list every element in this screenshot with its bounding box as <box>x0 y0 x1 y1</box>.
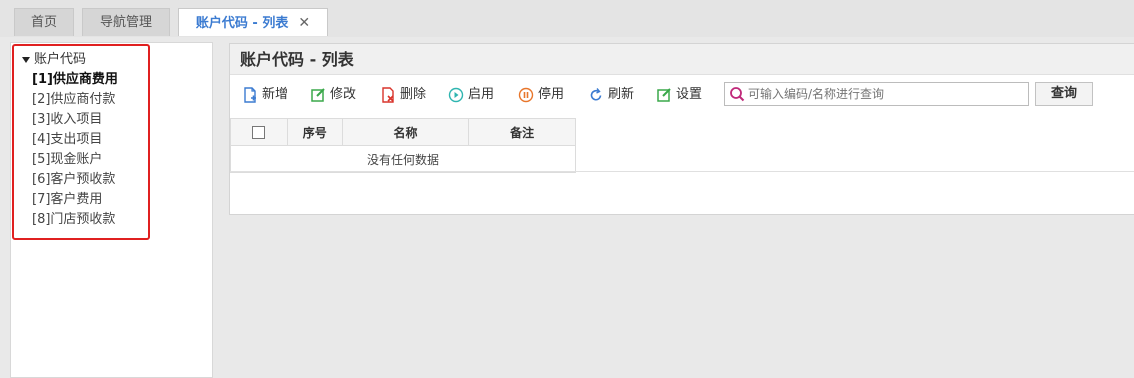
enable-button[interactable]: 启用 <box>448 81 494 109</box>
disable-button[interactable]: 停用 <box>518 81 564 109</box>
tab-navigation-management[interactable]: 导航管理 <box>82 8 170 36</box>
edit-button[interactable]: 修改 <box>310 81 356 109</box>
refresh-icon <box>590 87 602 101</box>
refresh-button[interactable]: 刷新 <box>588 81 634 109</box>
list-panel: 账户代码 - 列表 新增 修改 删除 启用 停用 刷新 设置 查询 <box>229 43 1134 215</box>
pause-icon <box>518 87 534 102</box>
divider <box>230 171 1134 172</box>
tree-item-cash-account[interactable]: [5]现金账户 <box>22 150 148 170</box>
sidebar: 账户代码 [1]供应商费用 [2]供应商付款 [3]收入项目 [4]支出项目 [… <box>10 42 213 378</box>
add-icon <box>244 86 256 103</box>
tree-item-income[interactable]: [3]收入项目 <box>22 110 148 130</box>
query-button[interactable]: 查询 <box>1035 82 1093 106</box>
column-header-name[interactable]: 名称 <box>341 118 470 146</box>
enable-label: 启用 <box>468 87 495 102</box>
close-icon[interactable]: ✕ <box>298 9 310 37</box>
tab-account-code-label: 账户代码 - 列表 <box>195 16 289 31</box>
delete-button[interactable]: 删除 <box>380 81 426 109</box>
refresh-label: 刷新 <box>608 87 635 102</box>
tree-item-expenditure[interactable]: [4]支出项目 <box>22 130 148 150</box>
delete-label: 删除 <box>400 87 427 102</box>
edit-icon <box>311 87 325 102</box>
disable-label: 停用 <box>538 87 565 102</box>
empty-message: 没有任何数据 <box>230 145 576 173</box>
add-label: 新增 <box>262 87 289 102</box>
table-header-row: 序号 名称 备注 <box>230 118 576 146</box>
settings-icon <box>657 87 671 102</box>
toolbar: 新增 修改 删除 启用 停用 刷新 设置 查询 <box>230 81 1134 109</box>
tree-item-supplier-payment[interactable]: [2]供应商付款 <box>22 90 148 110</box>
account-code-tree: 账户代码 [1]供应商费用 [2]供应商付款 [3]收入项目 [4]支出项目 [… <box>12 44 150 240</box>
tab-home[interactable]: 首页 <box>14 8 74 36</box>
tree-root-label: 账户代码 <box>34 52 87 67</box>
empty-row: 没有任何数据 <box>230 145 576 173</box>
settings-button[interactable]: 设置 <box>656 81 702 109</box>
delete-icon <box>382 86 394 103</box>
tree-item-customer-expense[interactable]: [7]客户费用 <box>22 190 148 210</box>
tree-item-store-prepayment[interactable]: [8]门店预收款 <box>22 210 148 230</box>
column-header-index[interactable]: 序号 <box>286 118 343 146</box>
column-header-remark[interactable]: 备注 <box>468 118 576 146</box>
add-button[interactable]: 新增 <box>242 81 288 109</box>
search-box <box>724 82 1029 106</box>
select-all-checkbox[interactable] <box>252 126 266 139</box>
tree-root[interactable]: 账户代码 <box>22 50 148 70</box>
search-icon <box>730 87 745 102</box>
play-icon <box>448 87 464 102</box>
tab-bar: 首页 导航管理 账户代码 - 列表 ✕ <box>0 0 1134 37</box>
tree-item-customer-prepayment[interactable]: [6]客户预收款 <box>22 170 148 190</box>
caret-down-icon[interactable] <box>22 56 30 63</box>
tab-navigation-label: 导航管理 <box>99 15 152 30</box>
select-all-cell <box>230 118 288 146</box>
tab-home-label: 首页 <box>30 15 57 30</box>
page-title: 账户代码 - 列表 <box>230 44 1134 75</box>
tree-item-supplier-expense[interactable]: [1]供应商费用 <box>22 70 148 90</box>
search-input[interactable] <box>748 85 1018 103</box>
edit-label: 修改 <box>330 87 357 102</box>
data-table: 序号 名称 备注 没有任何数据 <box>230 118 576 173</box>
settings-label: 设置 <box>676 87 703 102</box>
tab-account-code-list[interactable]: 账户代码 - 列表 ✕ <box>178 8 328 36</box>
